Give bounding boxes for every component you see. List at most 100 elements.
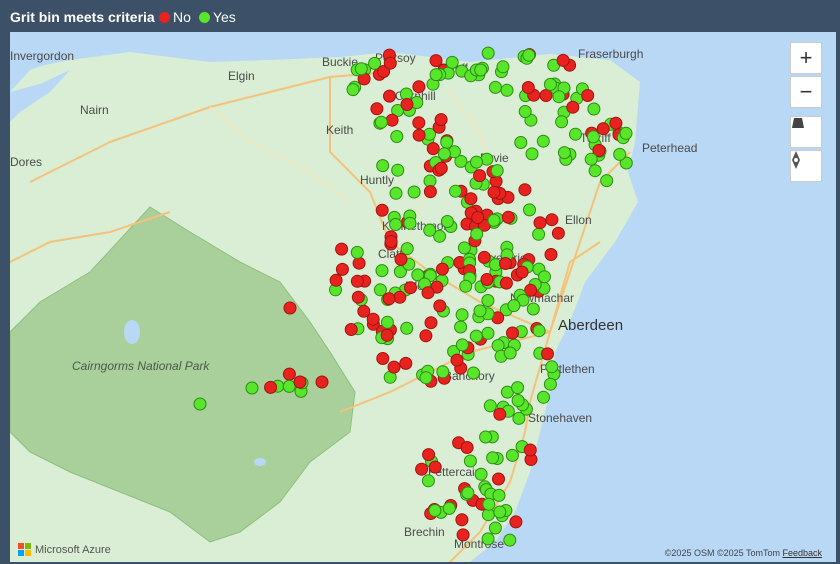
grit-bin-no-marker[interactable] xyxy=(422,448,436,462)
grit-bin-yes-marker[interactable] xyxy=(492,488,506,502)
grit-bin-yes-marker[interactable] xyxy=(586,130,600,144)
grit-bin-no-marker[interactable] xyxy=(545,213,559,227)
grit-bin-yes-marker[interactable] xyxy=(532,324,546,338)
grit-bin-yes-marker[interactable] xyxy=(400,242,414,256)
grit-bin-no-marker[interactable] xyxy=(412,116,426,130)
grit-bin-yes-marker[interactable] xyxy=(423,223,437,237)
grit-bin-yes-marker[interactable] xyxy=(588,164,602,178)
grit-bin-yes-marker[interactable] xyxy=(463,454,477,468)
grit-bin-no-marker[interactable] xyxy=(471,211,485,225)
grit-bin-yes-marker[interactable] xyxy=(193,397,207,411)
grit-bin-yes-marker[interactable] xyxy=(436,365,450,379)
grit-bin-yes-marker[interactable] xyxy=(481,294,495,307)
grit-bin-no-marker[interactable] xyxy=(350,274,364,288)
grit-bin-no-marker[interactable] xyxy=(450,353,464,367)
grit-bin-yes-marker[interactable] xyxy=(503,346,517,360)
grit-bin-yes-marker[interactable] xyxy=(525,147,539,161)
grit-bin-no-marker[interactable] xyxy=(382,292,396,306)
grit-bin-yes-marker[interactable] xyxy=(407,185,421,199)
grit-bin-no-marker[interactable] xyxy=(556,53,570,67)
grit-bin-yes-marker[interactable] xyxy=(469,329,483,343)
grit-bin-no-marker[interactable] xyxy=(609,116,623,130)
grit-bin-yes-marker[interactable] xyxy=(538,270,551,284)
grit-bin-yes-marker[interactable] xyxy=(584,152,598,166)
grit-bin-yes-marker[interactable] xyxy=(391,163,405,177)
grit-bin-no-marker[interactable] xyxy=(456,528,470,542)
grit-bin-yes-marker[interactable] xyxy=(481,532,495,546)
grit-bin-no-marker[interactable] xyxy=(506,326,519,340)
grit-bin-no-marker[interactable] xyxy=(581,89,595,102)
grit-bin-yes-marker[interactable] xyxy=(483,399,497,413)
grit-bin-yes-marker[interactable] xyxy=(613,147,627,161)
grit-bin-no-marker[interactable] xyxy=(376,352,390,365)
grit-bin-no-marker[interactable] xyxy=(344,323,358,336)
compass-button[interactable] xyxy=(790,150,822,182)
grit-bin-no-marker[interactable] xyxy=(352,256,366,270)
grit-bin-no-marker[interactable] xyxy=(380,328,394,342)
grit-bin-yes-marker[interactable] xyxy=(457,241,471,255)
grit-bin-no-marker[interactable] xyxy=(383,89,396,103)
grit-bin-yes-marker[interactable] xyxy=(390,130,404,143)
grit-bin-no-marker[interactable] xyxy=(366,312,380,326)
grit-bin-no-marker[interactable] xyxy=(393,290,407,304)
grit-bin-yes-marker[interactable] xyxy=(543,377,557,391)
grit-bin-yes-marker[interactable] xyxy=(389,186,403,200)
grit-bin-yes-marker[interactable] xyxy=(522,48,536,62)
zoom-out-button[interactable]: − xyxy=(790,76,822,108)
grit-bin-yes-marker[interactable] xyxy=(454,320,468,334)
grit-bin-yes-marker[interactable] xyxy=(518,105,532,118)
grit-bin-yes-marker[interactable] xyxy=(346,83,360,97)
grit-bin-yes-marker[interactable] xyxy=(536,134,550,148)
grit-bin-yes-marker[interactable] xyxy=(500,83,514,97)
grit-bin-no-marker[interactable] xyxy=(424,316,438,330)
grit-bin-yes-marker[interactable] xyxy=(511,394,525,407)
grit-bin-yes-marker[interactable] xyxy=(526,302,540,316)
grit-bin-yes-marker[interactable] xyxy=(482,497,496,511)
grit-bin-yes-marker[interactable] xyxy=(350,245,364,259)
grit-bin-yes-marker[interactable] xyxy=(380,315,394,329)
grit-bin-no-marker[interactable] xyxy=(385,113,399,127)
grit-bin-yes-marker[interactable] xyxy=(545,360,559,374)
grit-bin-yes-marker[interactable] xyxy=(493,505,507,519)
grit-bin-no-marker[interactable] xyxy=(329,273,343,287)
grit-bin-yes-marker[interactable] xyxy=(474,467,488,481)
grit-bin-yes-marker[interactable] xyxy=(486,451,500,465)
grit-bin-no-marker[interactable] xyxy=(509,515,523,529)
grit-bin-no-marker[interactable] xyxy=(435,262,449,276)
grit-bin-no-marker[interactable] xyxy=(384,235,398,248)
grit-bin-yes-marker[interactable] xyxy=(282,379,296,393)
grit-bin-yes-marker[interactable] xyxy=(473,304,487,318)
grit-bin-yes-marker[interactable] xyxy=(428,504,442,517)
grit-bin-no-marker[interactable] xyxy=(293,375,307,389)
grit-bin-yes-marker[interactable] xyxy=(619,126,633,140)
grit-bin-no-marker[interactable] xyxy=(501,210,515,224)
grit-bin-yes-marker[interactable] xyxy=(403,216,417,230)
grit-bin-no-marker[interactable] xyxy=(464,192,478,206)
grit-bin-no-marker[interactable] xyxy=(499,276,513,290)
grit-bin-no-marker[interactable] xyxy=(370,102,384,116)
grit-bin-yes-marker[interactable] xyxy=(481,326,495,340)
grit-bin-no-marker[interactable] xyxy=(419,329,433,343)
grit-bin-yes-marker[interactable] xyxy=(375,264,389,278)
legend-item-no[interactable]: No xyxy=(159,9,191,25)
zoom-in-button[interactable]: + xyxy=(790,42,822,74)
grit-bin-no-marker[interactable] xyxy=(383,56,397,70)
grit-bin-no-marker[interactable] xyxy=(433,299,447,313)
grit-bin-yes-marker[interactable] xyxy=(455,308,469,322)
grit-bin-no-marker[interactable] xyxy=(335,242,349,256)
grit-bin-yes-marker[interactable] xyxy=(491,339,505,352)
grit-bin-yes-marker[interactable] xyxy=(245,381,259,395)
grit-bin-yes-marker[interactable] xyxy=(587,102,601,116)
grit-bin-yes-marker[interactable] xyxy=(511,381,525,395)
grit-bin-yes-marker[interactable] xyxy=(481,46,495,60)
grit-bin-no-marker[interactable] xyxy=(335,262,349,276)
grit-bin-yes-marker[interactable] xyxy=(400,321,414,335)
grit-bin-no-marker[interactable] xyxy=(282,367,296,381)
grit-bin-no-marker[interactable] xyxy=(421,286,435,300)
grit-bin-yes-marker[interactable] xyxy=(488,521,502,535)
grit-bin-yes-marker[interactable] xyxy=(555,115,569,129)
grit-bin-yes-marker[interactable] xyxy=(532,227,546,241)
grit-bin-yes-marker[interactable] xyxy=(442,501,456,515)
grit-bin-no-marker[interactable] xyxy=(523,443,537,457)
grit-bin-yes-marker[interactable] xyxy=(445,55,459,69)
